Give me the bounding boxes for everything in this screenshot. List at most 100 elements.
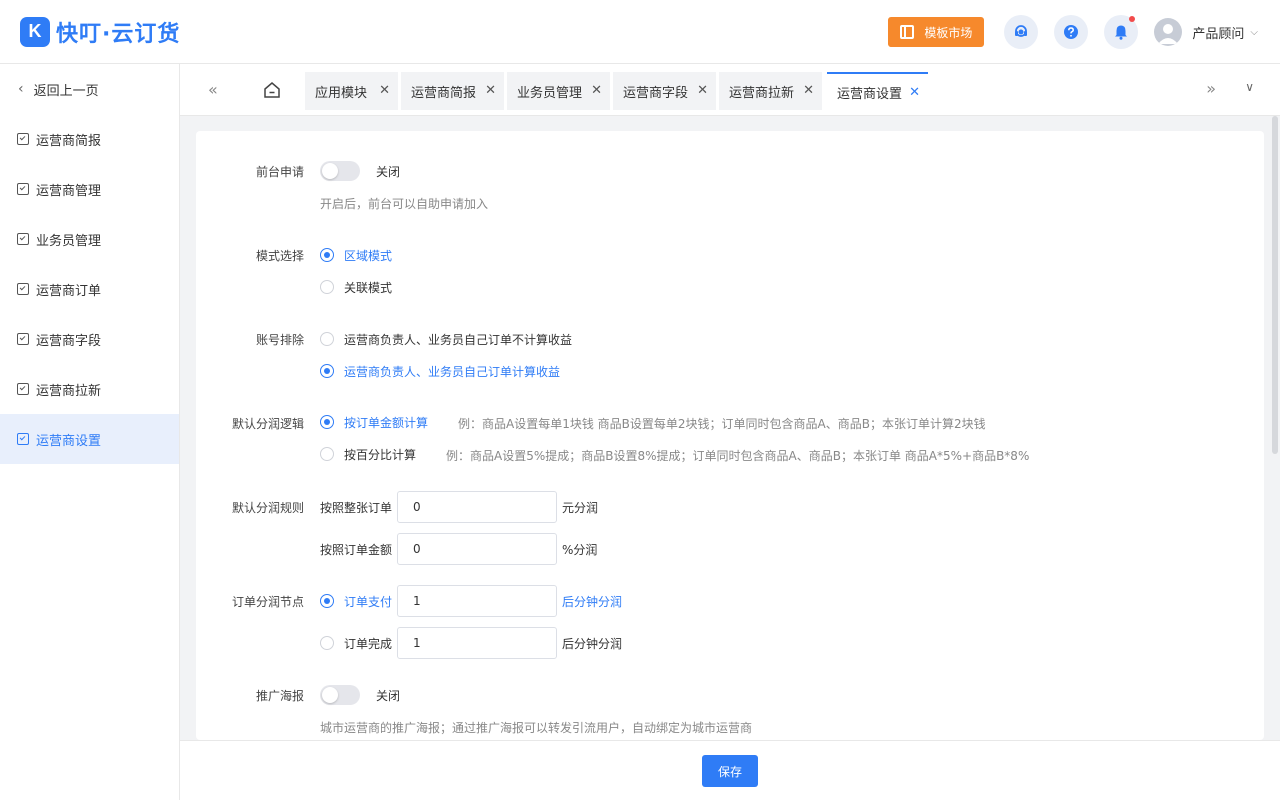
split-logic-radio-amount[interactable]: [320, 415, 334, 429]
split-node-option-paid[interactable]: 订单支付: [344, 593, 392, 610]
tab-label: 业务员管理: [517, 85, 583, 101]
sidebar-item-label: 运营商管理: [36, 183, 102, 199]
tab-operator-settings[interactable]: 运营商设置 ✕: [827, 72, 928, 110]
split-node-label: 订单分润节点: [231, 595, 304, 609]
chevron-down-icon[interactable]: ∨: [1245, 80, 1254, 94]
split-node-option-completed[interactable]: 订单完成: [344, 635, 392, 652]
notification-button[interactable]: [1104, 15, 1139, 49]
double-chevron-left-icon[interactable]: «: [208, 80, 218, 99]
frontend-apply-toggle[interactable]: [320, 161, 360, 181]
sidebar-item-briefing[interactable]: 运营商简报: [0, 114, 179, 164]
account-exclude-radio-no-income[interactable]: [320, 332, 334, 346]
split-rule-per-order-unit: 元分润: [562, 501, 599, 515]
close-icon[interactable]: ✕: [803, 83, 814, 98]
home-icon[interactable]: [262, 80, 282, 100]
sidebar-item-operator-acquisition[interactable]: 运营商拉新: [0, 364, 179, 414]
split-node-completed-input[interactable]: 1: [397, 627, 557, 659]
avatar: [1154, 18, 1183, 46]
user-name: 产品顾问: [1192, 26, 1245, 42]
double-chevron-right-icon[interactable]: »: [1206, 79, 1216, 98]
split-node-radio-completed[interactable]: [320, 636, 334, 650]
sidebar-item-operator-settings[interactable]: 运营商设置: [0, 414, 179, 464]
close-icon[interactable]: ✕: [485, 83, 496, 98]
logo-text: 快叮·云订货: [56, 21, 181, 47]
tab-operator-briefing[interactable]: 运营商简报 ✕: [401, 72, 504, 110]
close-icon[interactable]: ✕: [909, 85, 920, 100]
split-rule-per-order-label: 按照整张订单: [320, 501, 393, 515]
split-logic-example-amount: 例：商品A设置每单1块钱 商品B设置每单2块钱；订单同时包含商品A、商品B；本张…: [458, 417, 986, 431]
split-logic-radio-percent[interactable]: [320, 447, 334, 461]
sidebar-item-label: 运营商订单: [36, 283, 102, 299]
settings-form: 前台申请 关闭 开启后，前台可以自助申请加入 模式选择 区域模式 关联模式 账号…: [196, 131, 1264, 740]
tab-operator-fields[interactable]: 运营商字段 ✕: [613, 72, 716, 110]
notification-badge: [1129, 16, 1136, 22]
mode-label: 模式选择: [255, 249, 304, 263]
user-icon: [1158, 24, 1179, 44]
split-node-radio-paid[interactable]: [320, 594, 334, 608]
account-exclude-option-income[interactable]: 运营商负责人、业务员自己订单计算收益: [344, 363, 560, 380]
tab-operator-acquisition[interactable]: 运营商拉新 ✕: [719, 72, 822, 110]
sidebar-item-label: 运营商设置: [36, 433, 102, 449]
split-node-paid-unit: 后分钟分润: [562, 595, 623, 609]
footer-bar: 保存: [180, 740, 1280, 800]
account-exclude-option-no-income[interactable]: 运营商负责人、业务员自己订单不计算收益: [344, 331, 572, 348]
calendar-check-icon: [17, 233, 29, 245]
sidebar-item-operator-fields[interactable]: 运营商字段: [0, 314, 179, 364]
sidebar-item-label: 运营商拉新: [36, 383, 102, 399]
logo-mark-icon: K: [20, 16, 50, 47]
account-exclude-label: 账号排除: [255, 333, 304, 347]
close-icon[interactable]: ✕: [379, 83, 390, 98]
scrollbar-thumb[interactable]: [1272, 116, 1278, 454]
customer-service-button[interactable]: [1004, 15, 1039, 49]
headset-icon: [1015, 25, 1028, 37]
mode-radio-linked[interactable]: [320, 280, 334, 294]
calendar-check-icon: [17, 283, 29, 295]
mode-option-linked[interactable]: 关联模式: [344, 279, 392, 296]
split-rule-amount-input[interactable]: 0: [397, 533, 557, 565]
back-label: 返回上一页: [33, 83, 99, 99]
calendar-check-icon: [17, 333, 29, 345]
split-logic-option-percent[interactable]: 按百分比计算: [344, 446, 416, 463]
calendar-check-icon: [17, 433, 29, 445]
sidebar: ‹ 返回上一页 运营商简报 运营商管理 业务员管理 运营商订单 运营商字段 运营…: [0, 64, 180, 800]
save-button[interactable]: 保存: [702, 755, 758, 787]
template-market-button[interactable]: 模板市场: [888, 17, 985, 47]
mode-radio-region[interactable]: [320, 248, 334, 262]
split-rule-amount-unit: %分润: [562, 543, 598, 557]
help-button[interactable]: [1054, 15, 1089, 49]
content-scrollbar[interactable]: [1270, 116, 1280, 740]
chevron-down-icon: ⌵: [1250, 26, 1258, 38]
tab-label: 运营商设置: [837, 86, 903, 102]
close-icon[interactable]: ✕: [591, 83, 602, 98]
split-node-paid-input[interactable]: 1: [397, 585, 557, 617]
user-menu[interactable]: 产品顾问 ⌵: [1154, 18, 1258, 46]
template-market-label: 模板市场: [924, 25, 973, 40]
sidebar-item-label: 业务员管理: [36, 233, 102, 249]
split-logic-option-amount[interactable]: 按订单金额计算: [344, 414, 428, 431]
tab-label: 运营商字段: [623, 85, 689, 101]
sidebar-item-operator-management[interactable]: 运营商管理: [0, 164, 179, 214]
sidebar-item-label: 运营商简报: [36, 133, 102, 149]
help-icon: [1064, 25, 1079, 39]
close-icon[interactable]: ✕: [697, 83, 708, 98]
split-rule-amount-label: 按照订单金额: [320, 543, 393, 557]
back-button[interactable]: ‹ 返回上一页: [0, 64, 179, 114]
sidebar-item-salesman-management[interactable]: 业务员管理: [0, 214, 179, 264]
mode-option-region[interactable]: 区域模式: [344, 247, 392, 264]
split-rule-per-order-input[interactable]: 0: [397, 491, 557, 523]
poster-toggle[interactable]: [320, 685, 360, 705]
account-exclude-radio-income[interactable]: [320, 364, 334, 378]
tab-bar: « 应用模块 ✕ 运营商简报 ✕ 业务员管理 ✕ 运营商字段 ✕ 运营商拉新 ✕…: [180, 64, 1280, 116]
split-node-completed-unit: 后分钟分润: [562, 637, 623, 651]
sidebar-item-operator-orders[interactable]: 运营商订单: [0, 264, 179, 314]
top-header: K 快叮·云订货 模板市场 产品顾问 ⌵: [0, 0, 1280, 64]
frontend-apply-label: 前台申请: [255, 165, 304, 179]
tab-salesman-management[interactable]: 业务员管理 ✕: [507, 72, 610, 110]
frontend-apply-state: 关闭: [376, 165, 401, 179]
header-actions: 模板市场 产品顾问 ⌵: [888, 0, 1280, 64]
tab-app-module[interactable]: 应用模块 ✕: [305, 72, 398, 110]
logo[interactable]: K 快叮·云订货: [20, 16, 180, 48]
template-icon: [900, 25, 915, 39]
calendar-check-icon: [17, 133, 29, 145]
poster-hint: 城市运营商的推广海报；通过推广海报可以转发引流用户，自动绑定为城市运营商: [320, 721, 753, 735]
